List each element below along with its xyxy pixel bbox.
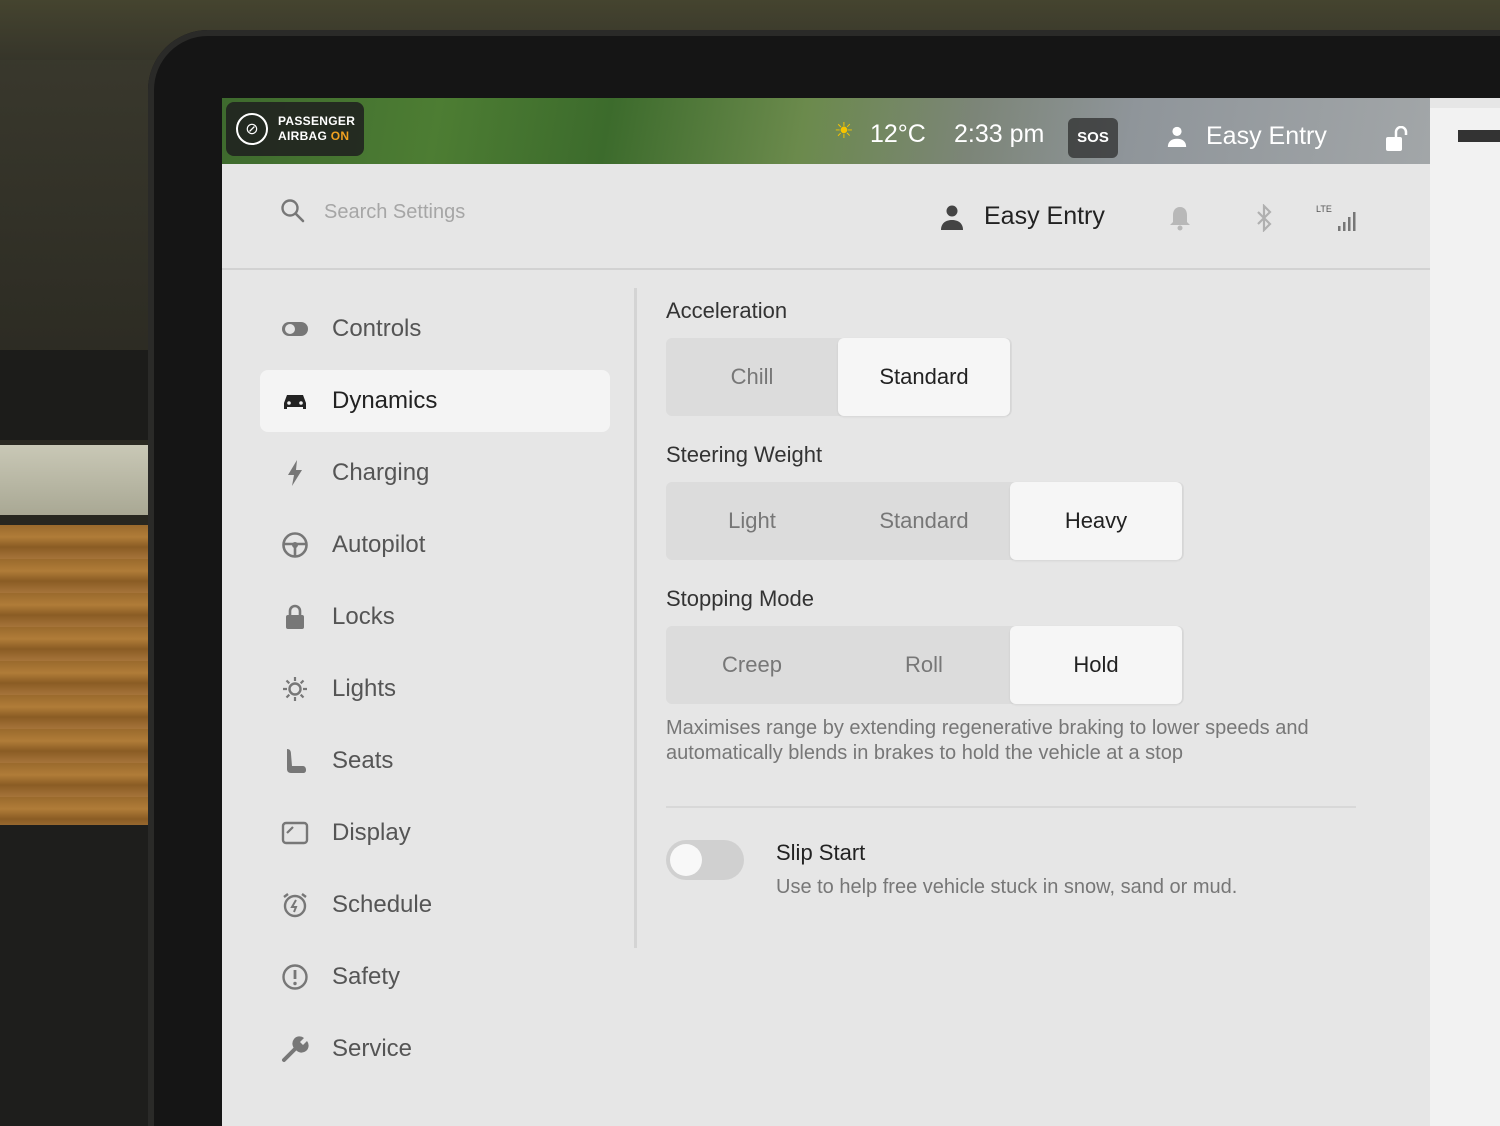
airbag-state: ON (330, 129, 350, 143)
stopping-option-hold[interactable]: Hold (1010, 626, 1182, 704)
car-icon (280, 386, 310, 416)
right-edge-bar (1458, 130, 1500, 142)
airbag-line1: PASSENGER (278, 114, 356, 128)
stopping-mode-description: Maximises range by extending regenerativ… (666, 717, 1309, 764)
background-wood-panel (0, 525, 150, 825)
acceleration-option-chill[interactable]: Chill (666, 338, 838, 416)
section-divider (666, 806, 1356, 808)
stopping-option-creep[interactable]: Creep (666, 626, 838, 704)
driver-profile-icon[interactable] (1166, 124, 1188, 148)
slip-start-toggle[interactable] (666, 840, 744, 880)
profile-icon[interactable] (940, 204, 964, 230)
sidebar-item-label: Charging (332, 459, 430, 486)
sidebar-item-schedule[interactable]: Schedule (260, 874, 610, 936)
sidebar-item-charging[interactable]: Charging (260, 442, 610, 504)
sidebar-item-dynamics[interactable]: Dynamics (260, 370, 610, 432)
settings-sidebar: Controls Dynamics Charging Autopilot Loc… (260, 298, 610, 1126)
background-shelf (0, 350, 150, 440)
airbag-icon: ⊘ (236, 113, 268, 145)
passenger-airbag-indicator: ⊘ PASSENGER AIRBAG ON (226, 102, 364, 156)
sidebar-item-label: Safety (332, 963, 401, 990)
slip-start-row: Slip Start Use to help free vehicle stuc… (666, 838, 1366, 918)
stopping-mode-selector: Creep Roll Hold (666, 626, 1184, 704)
steering-weight-title: Steering Weight (666, 442, 823, 467)
lock-icon (280, 602, 310, 632)
acceleration-selector: Chill Standard (666, 338, 1012, 416)
airbag-label: AIRBAG (278, 129, 331, 143)
background-shelf (0, 825, 150, 1126)
sidebar-item-display[interactable]: Display (260, 802, 610, 864)
sidebar-item-label: Autopilot (332, 531, 426, 558)
sidebar-item-label: Service (332, 1035, 413, 1062)
steering-option-standard[interactable]: Standard (838, 482, 1010, 560)
sidebar-item-label: Schedule (332, 891, 433, 918)
steering-option-heavy[interactable]: Heavy (1010, 482, 1182, 560)
outside-temperature: 12°C (870, 120, 926, 148)
sidebar-item-label: Seats (332, 747, 394, 774)
notification-bell-icon[interactable] (1168, 204, 1192, 232)
airbag-line2: AIRBAG ON (278, 129, 355, 144)
sidebar-item-service[interactable]: Service (260, 1018, 610, 1080)
sidebar-item-label: Locks (332, 603, 395, 630)
light-icon (280, 674, 310, 704)
sidebar-item-label: Display (332, 819, 411, 846)
sos-button[interactable]: SOS (1068, 118, 1118, 158)
lte-signal-icon: LTE (1316, 204, 1356, 231)
airbag-status-text: PASSENGER AIRBAG ON (278, 114, 355, 144)
sidebar-divider (634, 288, 637, 948)
seat-icon (280, 746, 310, 776)
profile-name[interactable]: Easy Entry (984, 202, 1105, 231)
bolt-icon (280, 458, 310, 488)
acceleration-option-standard[interactable]: Standard (838, 338, 1010, 416)
bluetooth-icon[interactable] (1252, 204, 1276, 232)
toggle-icon (280, 314, 310, 344)
sidebar-item-autopilot[interactable]: Autopilot (260, 514, 610, 576)
right-edge-panel (1430, 108, 1500, 1126)
acceleration-title: Acceleration (666, 298, 788, 323)
sidebar-item-label: Lights (332, 675, 397, 702)
search-input[interactable] (324, 194, 684, 230)
touchscreen: ⊘ PASSENGER AIRBAG ON ☀ 12°C 2:33 pm SOS… (222, 98, 1500, 1126)
driver-profile-name[interactable]: Easy Entry (1206, 122, 1327, 151)
status-bar: ⊘ PASSENGER AIRBAG ON ☀ 12°C 2:33 pm SOS… (222, 98, 1430, 164)
toggle-knob (670, 844, 702, 876)
sidebar-item-lights[interactable]: Lights (260, 658, 610, 720)
slip-start-description: Use to help free vehicle stuck in snow, … (776, 876, 1238, 898)
search-icon (281, 199, 305, 223)
background-shelf (0, 445, 150, 515)
display-icon (280, 818, 310, 848)
sidebar-item-label: Controls (332, 315, 422, 342)
settings-header: Easy Entry LTE (222, 164, 1430, 270)
stopping-option-roll[interactable]: Roll (838, 626, 1010, 704)
svg-text:LTE: LTE (1316, 204, 1332, 214)
sidebar-item-safety[interactable]: Safety (260, 946, 610, 1008)
sun-icon: ☀ (834, 118, 854, 143)
sidebar-item-locks[interactable]: Locks (260, 586, 610, 648)
sidebar-item-seats[interactable]: Seats (260, 730, 610, 792)
slip-start-title: Slip Start (776, 840, 866, 865)
unlock-icon[interactable] (1384, 126, 1408, 152)
steering-wheel-icon (280, 530, 310, 560)
alarm-clock-icon (280, 890, 310, 920)
steering-weight-selector: Light Standard Heavy (666, 482, 1184, 560)
sidebar-item-controls[interactable]: Controls (260, 298, 610, 360)
dynamics-settings-panel: Acceleration Chill Standard Steering Wei… (666, 298, 1366, 918)
steering-option-light[interactable]: Light (666, 482, 838, 560)
sidebar-item-label: Dynamics (332, 387, 438, 414)
stopping-mode-title: Stopping Mode (666, 586, 814, 611)
wrench-icon (280, 1034, 310, 1064)
alert-icon (280, 962, 310, 992)
clock: 2:33 pm (954, 120, 1045, 148)
